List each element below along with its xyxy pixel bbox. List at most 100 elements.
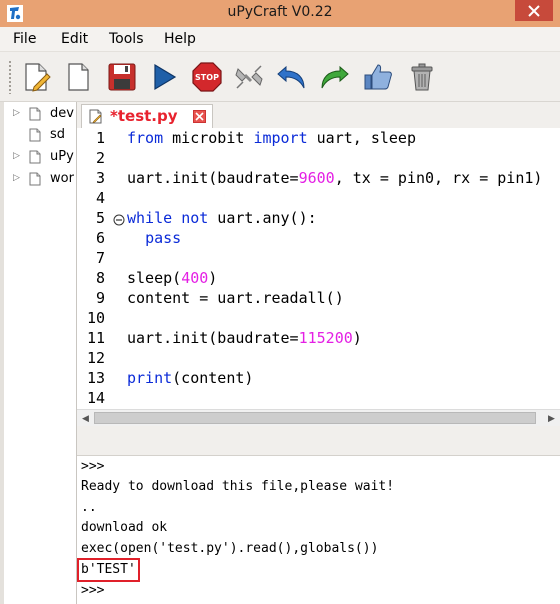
tree-item-sd[interactable]: sd	[0, 125, 76, 145]
folder-file-icon	[29, 150, 41, 164]
save-icon[interactable]	[106, 61, 138, 93]
line-number: 14	[86, 389, 105, 407]
code-token: , tx = pin0, rx = pin1)	[334, 169, 543, 187]
line-number: 5	[95, 209, 105, 227]
editor-tab-bar: *test.py	[77, 102, 560, 128]
line-number: 11	[86, 329, 105, 347]
left-panel-border	[0, 102, 4, 604]
tab-test-py[interactable]: *test.py	[81, 104, 213, 128]
title-bar: uPyCraft V0.22	[0, 0, 560, 27]
code-line: content = uart.readall()	[127, 289, 344, 307]
number-token: 400	[181, 269, 209, 287]
run-icon[interactable]	[148, 61, 180, 93]
code-line: uart.init(baudrate=115200)	[127, 329, 362, 347]
scrollbar-thumb[interactable]	[94, 412, 536, 424]
new-file-icon[interactable]	[20, 61, 52, 93]
keyword-token: not	[181, 209, 209, 227]
code-token: microbit	[163, 129, 254, 147]
tree-item-workspace[interactable]: ▷ wor	[0, 169, 76, 189]
terminal-output[interactable]: >>> Ready to download this file,please w…	[77, 456, 560, 604]
panel-splitter[interactable]	[77, 426, 560, 456]
tree-item-label: sd	[50, 127, 66, 142]
close-icon	[195, 112, 204, 121]
keyword-token: from	[127, 129, 164, 147]
tab-close-button[interactable]	[193, 110, 206, 123]
code-token: sleep(	[127, 269, 182, 287]
terminal-line: >>>	[81, 583, 105, 598]
terminal-line: exec(open('test.py').read(),globals())	[81, 541, 379, 556]
code-token: uart.init(baudrate=	[127, 169, 299, 187]
svg-text:STOP: STOP	[195, 73, 219, 82]
line-number: 6	[95, 229, 105, 247]
output-highlight-box	[77, 558, 140, 582]
code-line: while not uart.any():	[127, 209, 317, 227]
code-editor[interactable]: 1 2 3 4 5 6 7 8 9 10 11 12 13 14 from microbit import…	[77, 128, 560, 409]
window-title: uPyCraft V0.22	[227, 4, 333, 20]
terminal-line: ..	[81, 500, 97, 515]
line-number: 4	[95, 189, 105, 207]
code-token: uart.init(baudrate=	[127, 329, 299, 347]
menu-tools[interactable]: Tools	[109, 31, 144, 47]
scroll-right-arrow-icon[interactable]: ▶	[543, 410, 560, 427]
undo-icon[interactable]	[276, 61, 308, 93]
terminal-line: Ready to download this file,please wait!	[81, 479, 395, 494]
thumbs-up-icon[interactable]	[362, 61, 394, 93]
close-icon	[528, 4, 540, 17]
code-line: from microbit import uart, sleep	[127, 129, 416, 147]
terminal-line: download ok	[81, 520, 168, 535]
menu-edit[interactable]: Edit	[61, 31, 88, 47]
expand-arrow-icon[interactable]: ▷	[13, 151, 20, 161]
line-number: 13	[86, 369, 105, 387]
editor-horizontal-scrollbar[interactable]: ◀ ▶	[77, 409, 560, 426]
redo-icon[interactable]	[318, 61, 350, 93]
tree-item-dev[interactable]: ▷ dev	[0, 104, 76, 124]
tree-item-upy[interactable]: ▷ uPy	[0, 147, 76, 167]
file-icon	[89, 109, 102, 124]
code-token: uart, sleep	[307, 129, 416, 147]
number-token: 9600	[298, 169, 335, 187]
window-close-button[interactable]	[515, 0, 553, 21]
connect-icon[interactable]	[233, 61, 265, 93]
keyword-token: import	[253, 129, 308, 147]
code-line: pass	[127, 229, 181, 247]
file-tree: ▷ dev sd ▷ uPy ▷ wor	[0, 102, 77, 604]
folder-file-icon	[29, 107, 41, 121]
open-file-icon[interactable]	[62, 61, 94, 93]
terminal-line: >>>	[81, 459, 105, 474]
fold-minus-icon[interactable]	[113, 214, 125, 226]
stop-icon[interactable]: STOP	[191, 61, 223, 93]
scroll-left-arrow-icon[interactable]: ◀	[77, 410, 94, 427]
line-number: 1	[95, 129, 105, 147]
line-number-gutter: 1 2 3 4 5 6 7 8 9 10 11 12 13 14	[77, 128, 123, 409]
tab-title: *test.py	[110, 107, 178, 125]
line-number: 9	[95, 289, 105, 307]
tree-item-label: uPy	[50, 149, 74, 164]
code-token: content = uart.readall()	[127, 289, 344, 307]
code-line: uart.init(baudrate=9600, tx = pin0, rx =…	[127, 169, 542, 187]
toolbar-grip	[8, 60, 12, 94]
code-token: (content)	[172, 369, 254, 387]
keyword-token: print	[127, 369, 173, 387]
tree-item-label: wor	[50, 171, 74, 186]
code-token: uart.any():	[208, 209, 317, 227]
folder-file-icon	[29, 172, 41, 186]
line-number: 8	[95, 269, 105, 287]
expand-arrow-icon[interactable]: ▷	[13, 108, 20, 118]
code-line: print(content)	[127, 369, 253, 387]
code-token: )	[208, 269, 218, 287]
menu-bar: File Edit Tools Help	[0, 27, 560, 52]
expand-arrow-icon[interactable]: ▷	[13, 173, 20, 183]
code-line: sleep(400)	[127, 269, 217, 287]
line-number: 2	[95, 149, 105, 167]
trash-icon[interactable]	[406, 61, 438, 93]
file-icon	[29, 128, 41, 142]
menu-help[interactable]: Help	[164, 31, 196, 47]
number-token: 115200	[298, 329, 353, 347]
code-token: )	[352, 329, 362, 347]
line-number: 3	[95, 169, 105, 187]
menu-file[interactable]: File	[13, 31, 36, 47]
line-number: 12	[86, 349, 105, 367]
tree-item-label: dev	[50, 106, 74, 121]
